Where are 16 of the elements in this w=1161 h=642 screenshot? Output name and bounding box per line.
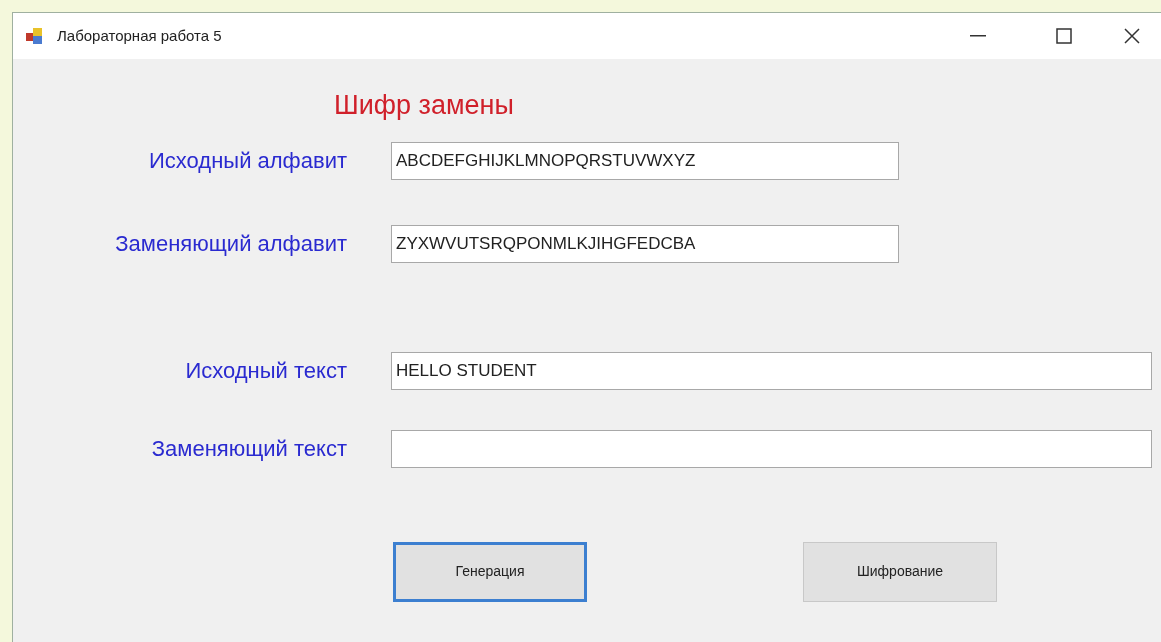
minimize-icon [970, 35, 986, 37]
field-label: Исходный алфавит [148, 147, 347, 175]
window-title: Лабораторная работа 5 [57, 25, 222, 46]
form-heading: Шифр замены [334, 90, 514, 120]
maximize-icon [1056, 28, 1072, 44]
action-button[interactable]: Генерация [393, 541, 587, 602]
text-field[interactable]: ABCDEFGHIJKLMNOPQRSTUVWXYZ [391, 141, 899, 180]
action-button[interactable]: Шифрование [803, 541, 997, 602]
text-field[interactable] [391, 429, 1152, 468]
field-label: Исходный текст [184, 357, 347, 385]
text-field[interactable]: HELLO STUDENT [391, 351, 1152, 390]
text-field[interactable]: ZYXWVUTSRQPONMLKJIHGFEDCBA [391, 224, 899, 263]
field-label: Заменяющий текст [150, 435, 347, 463]
field-label: Заменяющий алфавит [114, 230, 347, 258]
app-icon [25, 27, 45, 45]
close-icon [1124, 28, 1140, 44]
